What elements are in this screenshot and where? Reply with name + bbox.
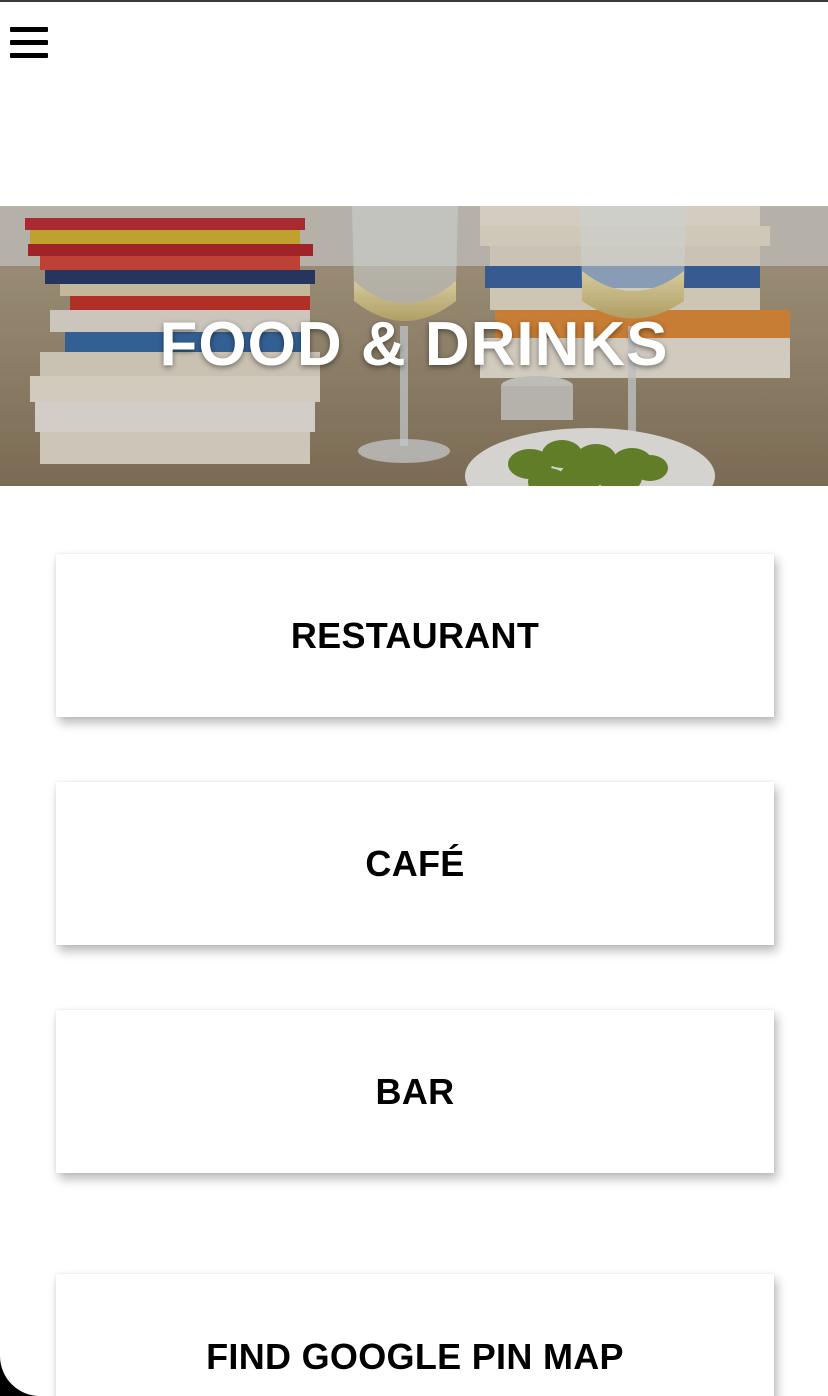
menu-bar [10, 53, 48, 58]
page-title: FOOD & DRINKS [159, 310, 669, 379]
bar-label: BAR [375, 1070, 455, 1112]
cafe-button[interactable]: CAFÉ [56, 782, 774, 945]
hamburger-menu-icon[interactable] [10, 26, 48, 60]
restaurant-label: RESTAURANT [290, 614, 540, 656]
bar-button[interactable]: BAR [56, 1010, 774, 1173]
page: FOOD & DRINKS RESTAURANT CAFÉ BAR FIND G… [0, 0, 828, 1396]
menu-bar [10, 27, 48, 32]
restaurant-button[interactable]: RESTAURANT [56, 554, 774, 717]
find-google-pin-map-label: FIND GOOGLE PIN MAP [206, 1336, 624, 1377]
top-border [0, 0, 828, 2]
menu-bar [10, 40, 48, 45]
window-corner [0, 1356, 40, 1396]
find-google-pin-map-button[interactable]: FIND GOOGLE PIN MAP [56, 1274, 774, 1396]
cafe-label: CAFÉ [365, 842, 465, 884]
